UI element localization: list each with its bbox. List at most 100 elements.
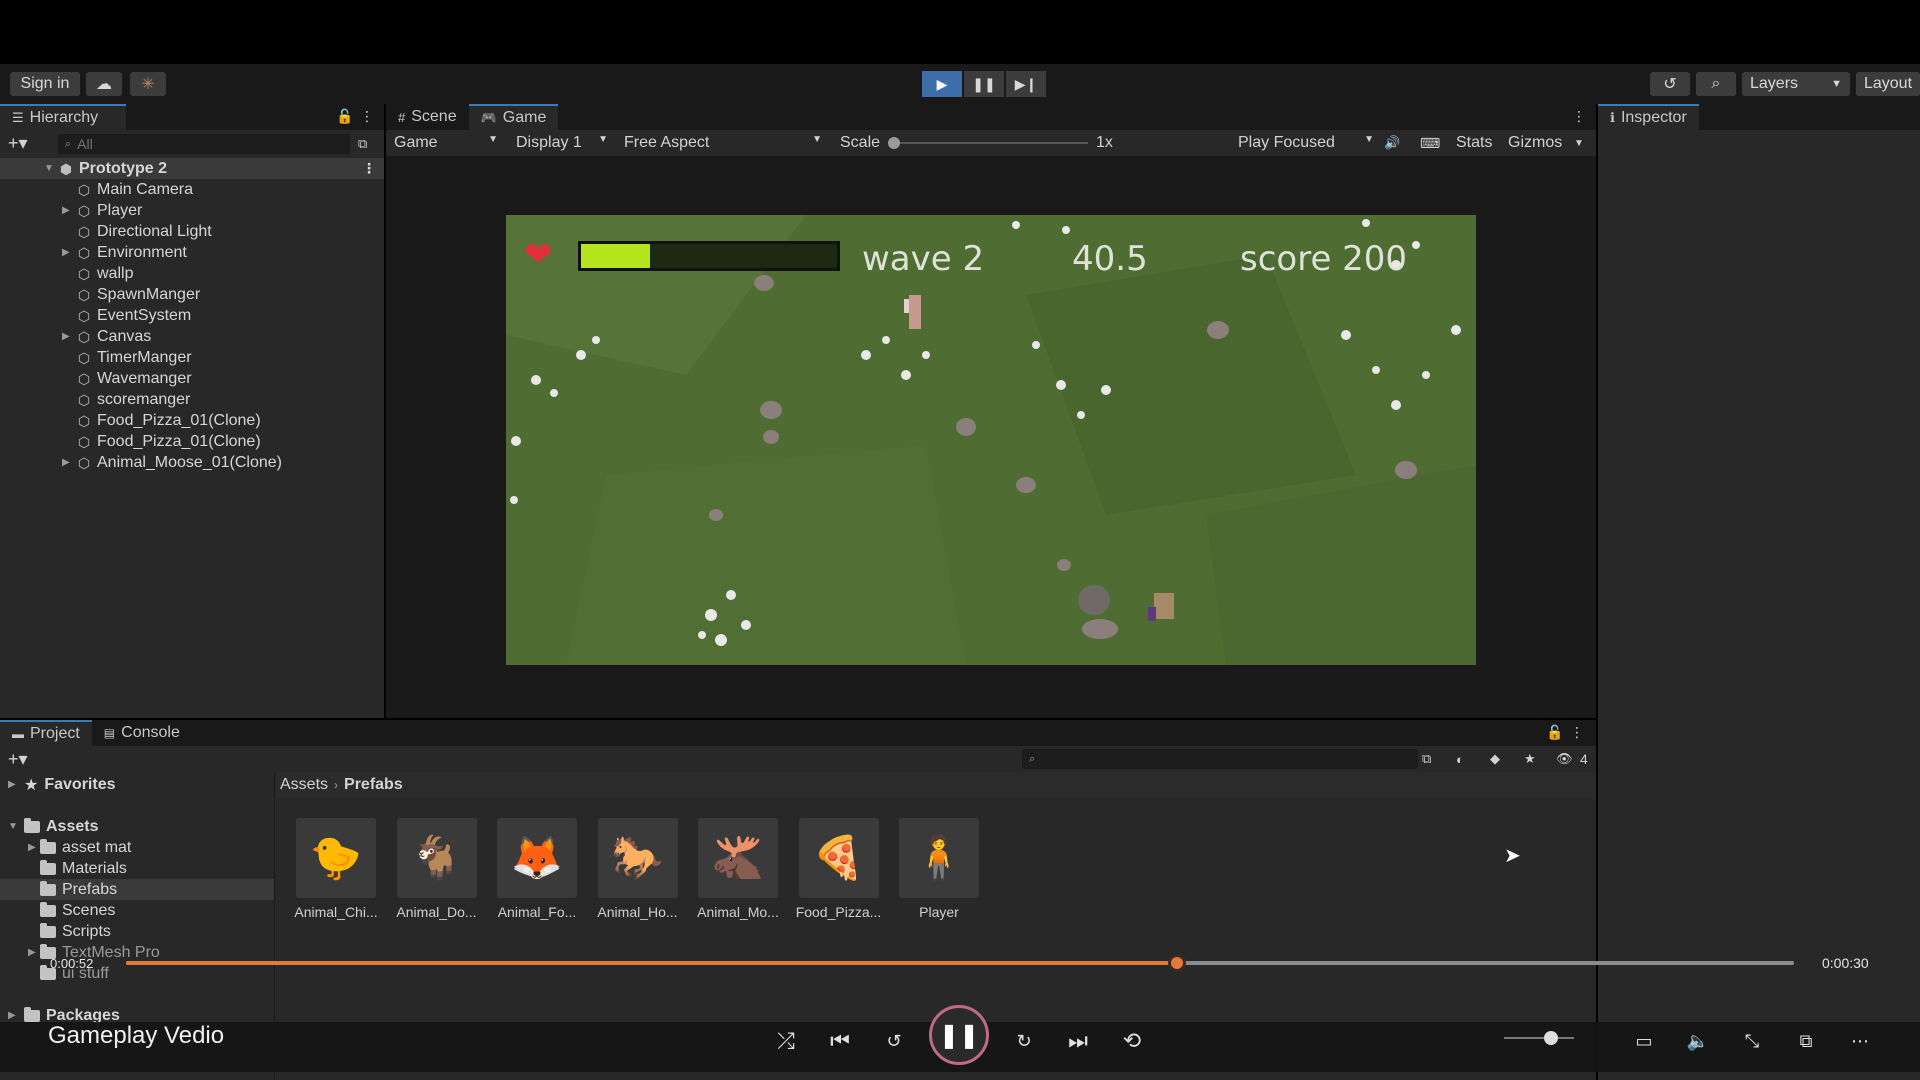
- step-button[interactable]: ▶❙: [1006, 71, 1046, 97]
- assets-item[interactable]: ▼ Assets: [8, 816, 98, 837]
- scale-slider[interactable]: [888, 137, 1088, 149]
- cloud-icon[interactable]: ☁: [86, 72, 122, 96]
- project-search-input[interactable]: ⌕: [1022, 749, 1418, 769]
- aspect-dropdown[interactable]: Free Aspect ▼: [618, 134, 828, 152]
- add-icon[interactable]: +▾: [8, 133, 28, 154]
- hierarchy-item[interactable]: ⬡ SpawnManger: [0, 284, 384, 305]
- expand-arrow-icon[interactable]: ▶: [8, 1010, 24, 1021]
- expand-arrow-icon[interactable]: ▶: [28, 947, 40, 958]
- gizmos-button[interactable]: Gizmos: [1508, 134, 1562, 152]
- expand-arrow-icon[interactable]: ▶: [62, 331, 76, 342]
- kebab-menu-icon[interactable]: ⋮: [1570, 724, 1584, 741]
- expand-arrow-icon[interactable]: ▶: [62, 205, 76, 216]
- project-folder-item[interactable]: Prefabs: [0, 879, 274, 900]
- video-progress-handle[interactable]: [1167, 954, 1186, 972]
- expand-arrow-icon[interactable]: ▼: [8, 821, 24, 832]
- game-render[interactable]: ❤ wave 2 40.5 score 200: [506, 215, 1476, 665]
- chevron-down-icon[interactable]: ▼: [1574, 138, 1584, 149]
- filter-icon[interactable]: ⧉: [358, 136, 367, 152]
- favorites-item[interactable]: ▶ ★ Favorites: [8, 774, 115, 795]
- hierarchy-item[interactable]: ▶ ⬡ Animal_Moose_01(Clone): [0, 452, 384, 473]
- tab-project[interactable]: ▬ Project: [0, 720, 92, 746]
- filter-icon[interactable]: ⧉: [1422, 751, 1431, 767]
- kebab-menu-icon[interactable]: ⋮: [362, 160, 376, 177]
- volume-slider-handle[interactable]: [1544, 1031, 1558, 1045]
- eye-off-icon[interactable]: 👁: [1556, 751, 1573, 767]
- breadcrumb-prefabs[interactable]: Prefabs: [344, 776, 403, 794]
- tab-scene[interactable]: # Scene: [386, 104, 469, 130]
- prefab-asset-item[interactable]: 🍕 Food_Pizza...: [791, 818, 887, 920]
- display-dropdown[interactable]: Display 1 ▼: [510, 134, 614, 152]
- minimize-icon[interactable]: ⤡: [1734, 1023, 1770, 1059]
- hierarchy-item[interactable]: ⬡ TimerManger: [0, 347, 384, 368]
- hierarchy-item[interactable]: ⬡ wallp: [0, 263, 384, 284]
- layout-dropdown[interactable]: Layout: [1856, 72, 1920, 96]
- video-pause-button[interactable]: ❚❚: [929, 1005, 989, 1065]
- hierarchy-item[interactable]: ⬡ Food_Pizza_01(Clone): [0, 410, 384, 431]
- label-icon[interactable]: ◆: [1490, 751, 1500, 767]
- play-focused-dropdown[interactable]: Play Focused ▼: [1238, 134, 1374, 152]
- hierarchy-item[interactable]: ⬡ EventSystem: [0, 305, 384, 326]
- tab-inspector[interactable]: ℹ Inspector: [1598, 104, 1699, 130]
- add-icon[interactable]: +▾: [8, 749, 28, 770]
- prefab-asset-item[interactable]: 🐐 Animal_Do...: [389, 818, 485, 920]
- volume-icon[interactable]: 🔈: [1680, 1023, 1716, 1059]
- hierarchy-item[interactable]: ⬡ Food_Pizza_01(Clone): [0, 431, 384, 452]
- captions-icon[interactable]: ▭: [1626, 1023, 1662, 1059]
- hierarchy-item[interactable]: ▶ ⬡ Canvas: [0, 326, 384, 347]
- prefab-asset-item[interactable]: 🐤 Animal_Chi...: [288, 818, 384, 920]
- game-mode-dropdown[interactable]: Game ▼: [388, 134, 504, 152]
- lock-icon[interactable]: 🔓: [336, 108, 353, 125]
- hierarchy-item[interactable]: ⬡ scoremanger: [0, 389, 384, 410]
- tab-hierarchy[interactable]: ☰ Hierarchy: [0, 104, 126, 130]
- hierarchy-item[interactable]: ⬡ Directional Light: [0, 221, 384, 242]
- previous-icon[interactable]: ⏮: [822, 1023, 858, 1059]
- collab-icon[interactable]: ✳: [130, 72, 166, 96]
- expand-arrow-icon[interactable]: ▼: [44, 163, 58, 174]
- shuffle-icon[interactable]: ⤮: [768, 1023, 804, 1059]
- breadcrumb-assets[interactable]: Assets: [280, 776, 328, 794]
- project-folder-item[interactable]: ▶ asset mat: [0, 837, 274, 858]
- project-folder-item[interactable]: ▶ TextMesh Pro: [0, 942, 274, 963]
- tab-console[interactable]: ▤ Console: [92, 720, 192, 746]
- prefab-asset-item[interactable]: 🐎 Animal_Ho...: [590, 818, 686, 920]
- pause-button[interactable]: ❚❚: [964, 71, 1004, 97]
- history-icon[interactable]: ↺: [1650, 72, 1690, 96]
- hierarchy-item[interactable]: ⬡ Main Camera: [0, 179, 384, 200]
- play-button[interactable]: ▶: [922, 71, 962, 97]
- hierarchy-item[interactable]: ⬡ Wavemanger: [0, 368, 384, 389]
- repeat-icon[interactable]: ⟲: [1114, 1023, 1150, 1059]
- scale-slider-handle[interactable]: [888, 137, 900, 149]
- star-icon[interactable]: ★: [1524, 751, 1536, 767]
- hierarchy-search-input[interactable]: ⌕ All: [58, 134, 350, 154]
- forward-30-icon[interactable]: ↻: [1006, 1023, 1042, 1059]
- search-icon[interactable]: ⌕: [1696, 72, 1736, 96]
- expand-arrow-icon[interactable]: ▶: [62, 247, 76, 258]
- lock-icon[interactable]: 🔓: [1546, 724, 1563, 741]
- expand-arrow-icon[interactable]: ▶: [8, 779, 24, 790]
- expand-arrow-icon[interactable]: ▶: [62, 457, 76, 468]
- project-folder-item[interactable]: ui stuff: [0, 963, 274, 984]
- kebab-menu-icon[interactable]: ⋮: [1572, 108, 1586, 125]
- project-folder-item[interactable]: Scripts: [0, 921, 274, 942]
- keyboard-icon[interactable]: ⌨: [1420, 135, 1440, 152]
- prefab-asset-item[interactable]: 🫎 Animal_Mo...: [690, 818, 786, 920]
- tree-root-scene[interactable]: ▼ ⬢ Prototype 2 ⋮: [0, 158, 384, 179]
- volume-slider[interactable]: [1504, 1031, 1574, 1045]
- expand-arrow-icon[interactable]: ▶: [28, 842, 40, 853]
- more-icon[interactable]: ⋯: [1842, 1023, 1878, 1059]
- stats-button[interactable]: Stats: [1456, 134, 1492, 152]
- sign-in-button[interactable]: Sign in: [10, 72, 80, 96]
- project-folder-item[interactable]: Materials: [0, 858, 274, 879]
- next-icon[interactable]: ⏭: [1060, 1023, 1096, 1059]
- project-folder-item[interactable]: Scenes: [0, 900, 274, 921]
- speaker-icon[interactable]: 🔊: [1384, 135, 1400, 151]
- hierarchy-item[interactable]: ▶ ⬡ Environment: [0, 242, 384, 263]
- tab-game[interactable]: 🎮 Game: [468, 104, 559, 130]
- prefab-asset-item[interactable]: 🧍 Player: [891, 818, 987, 920]
- rewind-10-icon[interactable]: ↺: [876, 1023, 912, 1059]
- type-filter-icon[interactable]: ◐: [1456, 752, 1464, 767]
- hierarchy-item[interactable]: ▶ ⬡ Player: [0, 200, 384, 221]
- layers-dropdown[interactable]: Layers ▼: [1742, 72, 1850, 96]
- kebab-menu-icon[interactable]: ⋮: [360, 108, 374, 125]
